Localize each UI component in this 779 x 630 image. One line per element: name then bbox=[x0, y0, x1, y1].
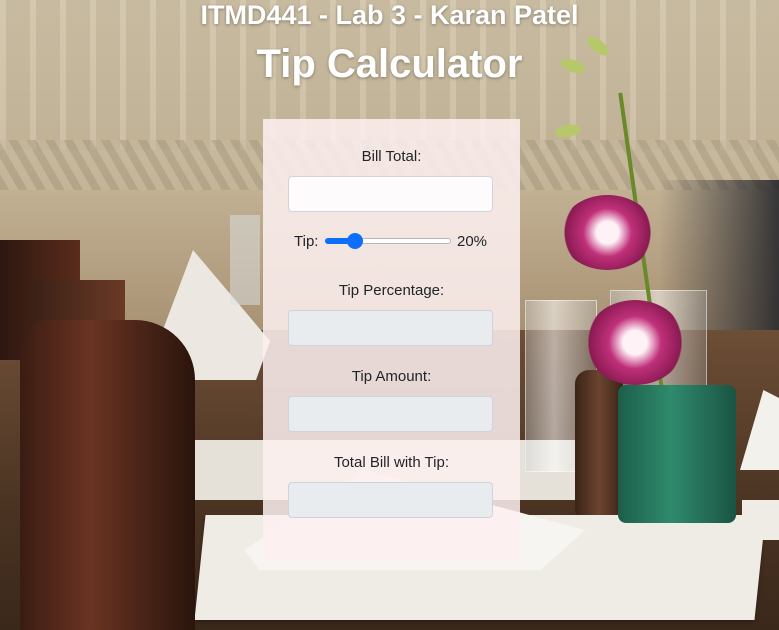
tip-label: Tip: bbox=[294, 233, 319, 250]
pepper-shaker bbox=[575, 370, 623, 515]
tip-slider-thumb[interactable] bbox=[347, 233, 363, 249]
total-with-tip-label: Total Bill with Tip: bbox=[333, 454, 450, 471]
tip-calculator-form: Bill Total: Tip: 20% Tip Percentage: Tip… bbox=[263, 119, 520, 561]
tip-value: 20% bbox=[457, 233, 488, 250]
background-glass bbox=[230, 215, 260, 305]
orchid-flower bbox=[560, 195, 655, 270]
tip-slider-row: Tip: 20% bbox=[263, 232, 520, 252]
page-subtitle: ITMD441 - Lab 3 - Karan Patel bbox=[200, 0, 579, 30]
bill-total-label: Bill Total: bbox=[361, 148, 422, 165]
bill-total-input[interactable] bbox=[288, 176, 493, 212]
tip-percentage-field[interactable] bbox=[288, 310, 493, 346]
tip-percentage-label: Tip Percentage: bbox=[338, 282, 445, 299]
total-with-tip-field[interactable] bbox=[288, 482, 493, 518]
orchid-flower bbox=[585, 300, 685, 385]
placemat bbox=[742, 500, 779, 540]
page-title: Tip Calculator bbox=[256, 42, 523, 86]
tip-amount-label: Tip Amount: bbox=[351, 368, 432, 385]
wooden-chair bbox=[20, 320, 195, 630]
green-vase bbox=[618, 385, 736, 523]
tip-amount-field[interactable] bbox=[288, 396, 493, 432]
